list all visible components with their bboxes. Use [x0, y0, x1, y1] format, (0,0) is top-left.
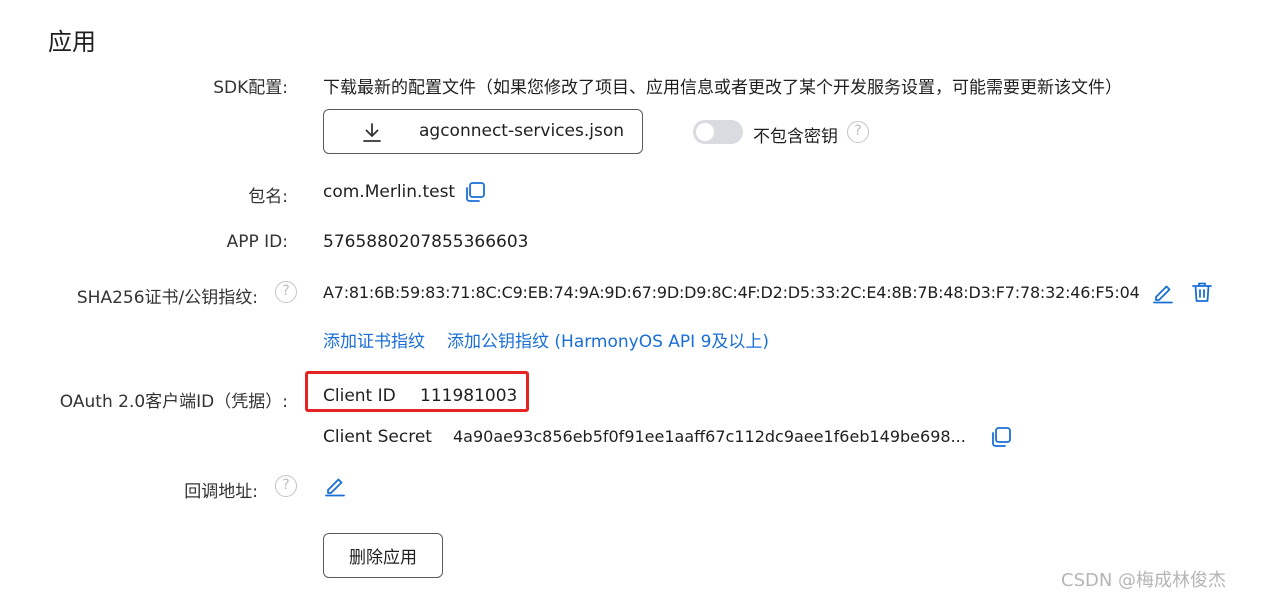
oauth-client-label: OAuth 2.0客户端ID（凭据）:: [59, 392, 288, 412]
pencil-icon[interactable]: [323, 473, 347, 501]
watermark: CSDN @梅成林俊杰: [1061, 570, 1227, 591]
download-config-button[interactable]: agconnect-services.json: [323, 109, 643, 154]
toggle-knob: [696, 123, 714, 141]
client-secret-value: 4a90ae93c856eb5f0f91ee1aaff67c112dc9aee1…: [453, 427, 966, 446]
sdk-config-label: SDK配置:: [213, 78, 288, 98]
help-circle-icon[interactable]: ?: [275, 281, 297, 303]
app-id-label: APP ID:: [226, 232, 288, 252]
pencil-icon[interactable]: [1151, 280, 1175, 308]
client-id-label: Client ID: [323, 386, 396, 406]
copy-icon[interactable]: [989, 425, 1013, 453]
exclude-secret-label: 不包含密钥: [753, 127, 838, 147]
delete-app-button[interactable]: 删除应用: [323, 533, 443, 578]
sha256-label: SHA256证书/公钥指纹:: [76, 288, 258, 308]
sdk-config-description: 下载最新的配置文件（如果您修改了项目、应用信息或者更改了某个开发服务设置，可能需…: [323, 78, 1122, 98]
sha256-value: A7:81:6B:59:83:71:8C:C9:EB:74:9A:9D:67:9…: [323, 283, 1140, 302]
app-id-value: 5765880207855366603: [323, 232, 529, 252]
help-circle-icon[interactable]: ?: [847, 121, 869, 143]
client-id-value: 111981003: [420, 386, 518, 406]
copy-icon[interactable]: [463, 180, 487, 208]
help-circle-icon[interactable]: ?: [275, 475, 297, 497]
add-cert-fingerprint-link[interactable]: 添加证书指纹: [323, 327, 425, 352]
package-name-label: 包名:: [248, 187, 288, 207]
package-name-value: com.Merlin.test: [323, 182, 456, 202]
trash-icon[interactable]: [1190, 280, 1214, 308]
add-pubkey-fingerprint-link[interactable]: 添加公钥指纹 (HarmonyOS API 9及以上): [447, 327, 769, 352]
exclude-secret-toggle[interactable]: [693, 120, 743, 144]
download-config-filename: agconnect-services.json: [419, 121, 625, 141]
client-secret-label: Client Secret: [323, 427, 432, 447]
callback-url-label: 回调地址:: [184, 482, 258, 502]
download-icon: [360, 121, 384, 149]
section-title: 应用: [48, 28, 96, 56]
